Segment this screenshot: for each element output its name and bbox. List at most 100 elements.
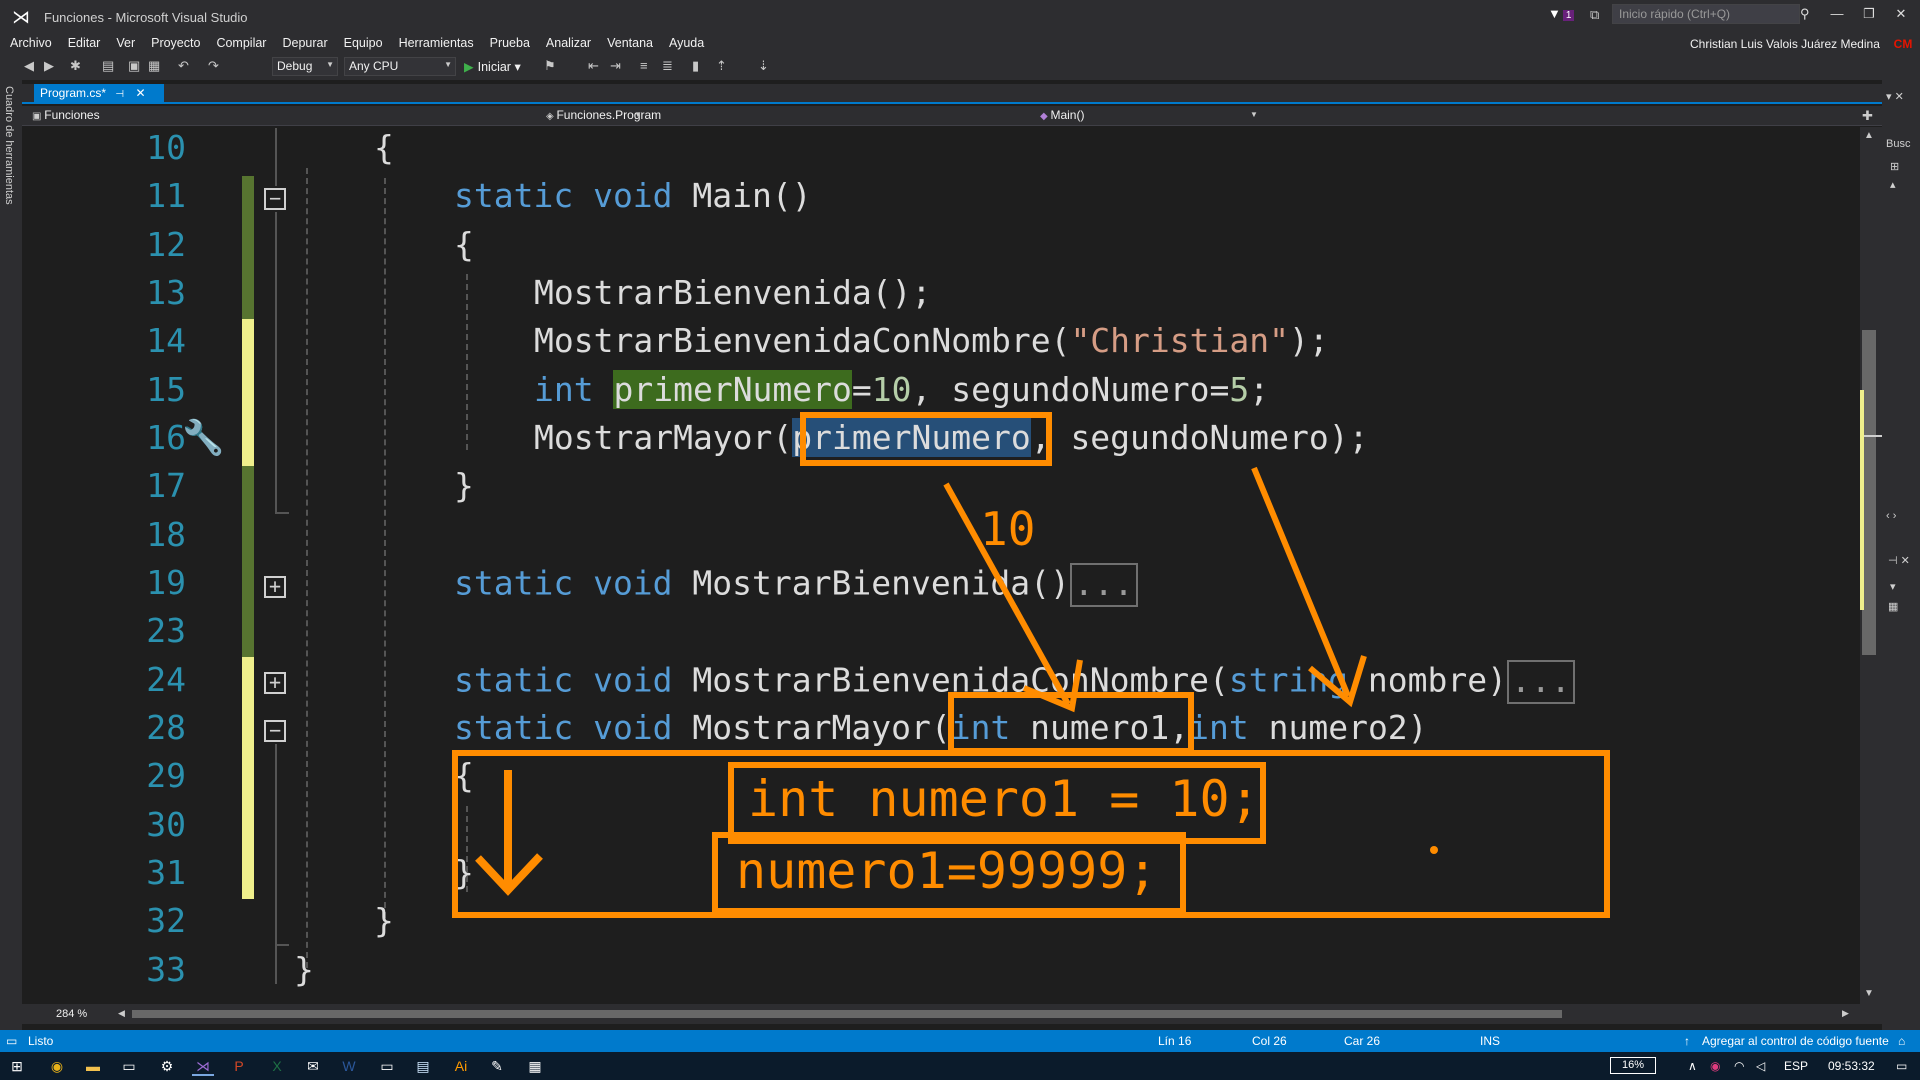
avatar[interactable]: CM (1892, 34, 1914, 54)
scroll-up-icon[interactable]: ▲ (1864, 130, 1874, 141)
search-panel-label[interactable]: Busc (1886, 138, 1910, 150)
menu-item-editar[interactable]: Editar (60, 34, 109, 52)
browser-link-icon[interactable]: ⚑ (544, 58, 556, 74)
tab-program-cs[interactable]: Program.cs* ⊣ ✕ (34, 84, 164, 103)
chevron-down-icon: ▼ (634, 110, 642, 119)
keyword: static void (454, 176, 673, 215)
pin-icon[interactable]: ⊣ ✕ (1888, 554, 1910, 567)
open-file-icon[interactable]: ▤ (102, 58, 114, 74)
menu-item-archivo[interactable]: Archivo (2, 34, 60, 52)
calculator-icon[interactable]: ▦ (524, 1056, 546, 1076)
feedback-icon[interactable]: ⧉ (1590, 7, 1599, 23)
chrome-icon[interactable]: ◉ (46, 1056, 68, 1076)
collapsed-block[interactable]: ... (1069, 563, 1138, 607)
scroll-right-icon[interactable]: ▶ (1842, 1008, 1849, 1019)
volume-icon[interactable]: ◁ (1756, 1059, 1765, 1073)
upload-icon[interactable]: ↑ (1684, 1034, 1690, 1048)
language-indicator[interactable]: ESP (1784, 1059, 1808, 1073)
bookmark-icon[interactable]: ▮ (692, 58, 699, 74)
member-dropdown[interactable]: ◆ Main() (1036, 107, 1516, 124)
scroll-down-icon[interactable]: ▼ (1864, 988, 1874, 999)
menu-item-analizar[interactable]: Analizar (538, 34, 599, 52)
uncomment-icon[interactable]: ≣ (662, 58, 673, 74)
collapse-icon[interactable]: − (264, 720, 286, 742)
paint-icon[interactable]: ✎ (486, 1056, 508, 1076)
method-icon: ◆ (1040, 111, 1051, 122)
vertical-scroll-thumb[interactable] (1862, 330, 1876, 655)
comment-icon[interactable]: ≡ (640, 58, 648, 73)
scroll-left-icon[interactable]: ◀ (118, 1008, 125, 1019)
menu-item-equipo[interactable]: Equipo (336, 34, 391, 52)
redo-icon[interactable]: ↷ (208, 58, 219, 74)
split-window-icon[interactable]: ✚ (1862, 108, 1873, 124)
app-tray-icon[interactable]: ◉ (1710, 1059, 1720, 1073)
mail-icon[interactable]: ✉ (302, 1056, 324, 1076)
collapsed-block[interactable]: ... (1507, 660, 1575, 704)
class-dropdown[interactable]: ◈ Funciones.Program (542, 107, 1022, 124)
clock[interactable]: 09:53:32 (1828, 1059, 1875, 1073)
project-dropdown[interactable]: ▣ Funciones (28, 107, 528, 124)
nav-arrows-icon[interactable]: ‹ › (1886, 510, 1896, 522)
quick-actions-screwdriver-icon[interactable]: 🔧 (182, 418, 224, 458)
close-tab-icon[interactable]: ✕ (135, 86, 145, 100)
up-arrow-icon[interactable]: ▴ (1890, 178, 1896, 191)
maximize-button[interactable]: ❐ (1856, 4, 1882, 24)
search-options-icon[interactable]: ⊞ (1890, 160, 1899, 173)
new-project-icon[interactable]: ✱ (70, 58, 81, 74)
menu-item-ayuda[interactable]: Ayuda (661, 34, 712, 52)
step-over-icon[interactable]: ⇥ (610, 58, 621, 74)
menu-item-compilar[interactable]: Compilar (208, 34, 274, 52)
horizontal-scroll-thumb[interactable] (132, 1010, 1562, 1018)
word-icon[interactable]: W (338, 1056, 360, 1076)
menu-item-herramientas[interactable]: Herramientas (391, 34, 482, 52)
terminal-icon[interactable]: ▭ (118, 1056, 140, 1076)
menu-item-proyecto[interactable]: Proyecto (143, 34, 208, 52)
properties-icon[interactable]: ▦ (1888, 600, 1898, 613)
notepad-icon[interactable]: ▤ (412, 1056, 434, 1076)
source-control-button[interactable]: Agregar al control de código fuente (1702, 1034, 1889, 1048)
settings-icon[interactable]: ⚙ (156, 1056, 178, 1076)
battery-indicator[interactable]: 16% (1610, 1057, 1656, 1074)
prev-bookmark-icon[interactable]: ⇡ (716, 58, 727, 74)
tray-chevron-icon[interactable]: ∧ (1688, 1059, 1697, 1073)
pin-icon[interactable]: ▾ ✕ (1886, 90, 1904, 103)
platform-select[interactable]: Any CPU ▼ (344, 57, 456, 76)
undo-icon[interactable]: ↶ (178, 58, 189, 74)
expand-icon[interactable]: + (264, 576, 286, 598)
menu-item-ver[interactable]: Ver (108, 34, 143, 52)
file-explorer-icon[interactable]: ▬ (82, 1056, 104, 1076)
back-icon[interactable]: ◀ (24, 58, 34, 74)
close-button[interactable]: ✕ (1888, 4, 1914, 24)
user-name[interactable]: Christian Luis Valois Juárez Medina (1690, 37, 1880, 51)
pin-icon[interactable]: ⊣ (115, 89, 124, 100)
notification-bell-icon[interactable]: ⌂ (1898, 1034, 1905, 1048)
excel-icon[interactable]: X (266, 1056, 288, 1076)
powerpoint-icon[interactable]: P (228, 1056, 250, 1076)
visual-studio-icon[interactable]: ⋊ (192, 1056, 214, 1076)
zoom-level[interactable]: 284 % (56, 1008, 87, 1020)
save-icon[interactable]: ▣ (128, 58, 140, 74)
expand-icon[interactable]: + (264, 672, 286, 694)
line-number: 11 (146, 176, 186, 215)
start-menu-icon[interactable]: ⊞ (6, 1056, 28, 1076)
command-prompt-icon[interactable]: ▭ (376, 1056, 398, 1076)
configuration-select[interactable]: Debug ▼ (272, 57, 338, 76)
step-icon[interactable]: ⇤ (588, 58, 599, 74)
illustrator-icon[interactable]: Ai (450, 1056, 472, 1076)
minimize-button[interactable]: — (1824, 4, 1850, 24)
start-button[interactable]: ▶ Iniciar ▾ (464, 59, 521, 74)
next-bookmark-icon[interactable]: ⇣ (758, 58, 769, 74)
forward-icon[interactable]: ▶ (44, 58, 54, 74)
wifi-icon[interactable]: ◠ (1734, 1059, 1744, 1073)
chevron-down-icon[interactable]: ▾ (1890, 580, 1896, 593)
save-all-icon[interactable]: ▦ (148, 58, 160, 74)
menu-item-depurar[interactable]: Depurar (274, 34, 335, 52)
collapse-icon[interactable]: − (264, 188, 286, 210)
notifications-button[interactable]: ▼ 1 (1548, 6, 1575, 21)
search-icon[interactable]: ⚲ (1800, 6, 1810, 22)
menu-item-prueba[interactable]: Prueba (482, 34, 538, 52)
action-center-icon[interactable]: ▭ (1896, 1059, 1907, 1073)
quick-launch-input[interactable]: Inicio rápido (Ctrl+Q) (1612, 4, 1800, 24)
toolbox-tab[interactable]: Cuadro de herramientas (3, 86, 15, 205)
menu-item-ventana[interactable]: Ventana (599, 34, 661, 52)
